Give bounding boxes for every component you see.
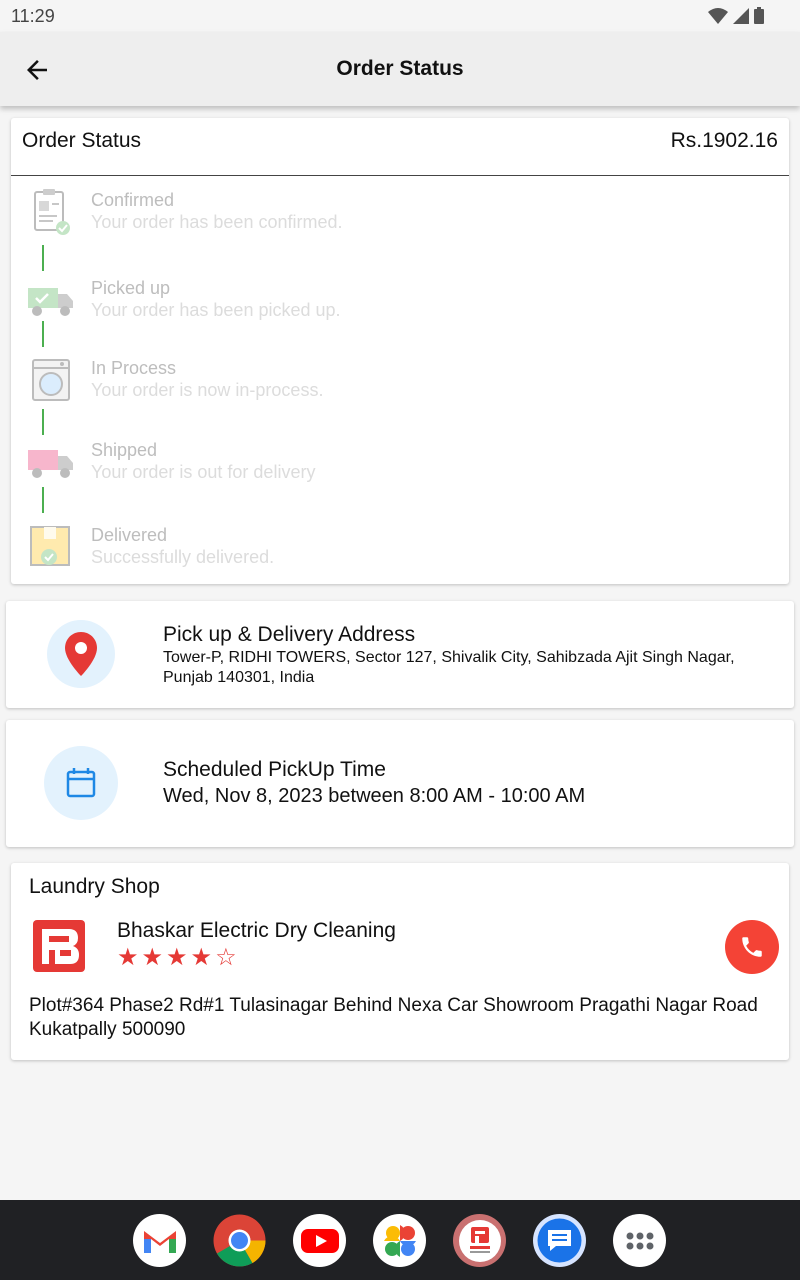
step-title: Confirmed [91,190,175,210]
order-status-label: Order Status [22,129,142,152]
address-card[interactable]: Pick up & Delivery Address Tower-P, RIDH… [6,601,794,708]
delivery-truck-icon [28,450,73,478]
battery-icon [754,7,764,24]
address-text: Tower-P, RIDHI TOWERS, Sector 127, Shiva… [163,649,735,686]
phone-icon [742,937,762,957]
step-connector [42,245,44,271]
location-pin-icon [65,632,97,676]
shop-address: Plot#364 Phase2 Rd#1 Tulasinagar Behind … [29,995,758,1040]
step-description: Your order is out for delivery [91,462,316,482]
schedule-card[interactable]: Scheduled PickUp Time Wed, Nov 8, 2023 b… [6,720,794,847]
youtube-icon[interactable] [293,1214,346,1267]
step-description: Successfully delivered. [91,547,275,567]
step-description: Your order has been picked up. [91,300,341,320]
calendar-icon [66,768,96,798]
step-connector [42,487,44,513]
status-bar: 11:29 [0,0,800,32]
photos-icon[interactable] [373,1214,426,1267]
status-time: 11:29 [11,6,55,26]
order-status-header: Order Status Rs.1902.16 [11,118,789,176]
call-button[interactable] [725,920,779,974]
step-title: Shipped [91,440,158,460]
shop-rating: ★ ★ ★ ★ ☆ [117,944,237,972]
system-icons [708,7,764,24]
step-description: Your order has been confirmed. [91,212,343,232]
app-bar: Order Status [0,32,800,106]
step-description: Your order is now in-process. [91,380,324,400]
star-filled-icon: ★ [141,944,164,971]
navigation-bar [0,1200,800,1280]
step-title: In Process [91,358,177,378]
step-connector [42,409,44,435]
pickup-truck-icon [28,288,73,316]
star-outline-icon: ☆ [215,944,237,971]
address-title: Pick up & Delivery Address [163,623,416,646]
page-title: Order Status [336,57,464,80]
laundry-shop-card: Laundry Shop Bhaskar Electric Dry Cleani… [11,863,789,1060]
schedule-text: Wed, Nov 8, 2023 between 8:00 AM - 10:00… [163,785,586,807]
step-title: Delivered [91,525,168,545]
star-filled-icon: ★ [166,944,188,971]
star-filled-icon: ★ [117,944,139,971]
app-drawer-icon[interactable] [613,1214,666,1267]
step-title: Picked up [91,278,171,298]
app-dock [133,1214,666,1267]
messages-icon[interactable] [533,1214,586,1267]
chrome-icon[interactable] [213,1214,266,1267]
gmail-icon[interactable] [133,1214,186,1267]
order-amount: Rs.1902.16 [670,129,778,152]
clipboard-check-icon [34,189,70,235]
shop-section-title: Laundry Shop [29,875,160,898]
status-step-delivered: Delivered Successfully delivered. [11,523,789,579]
location-icon-circle [47,620,115,688]
shop-logo [33,920,85,972]
schedule-title: Scheduled PickUp Time [163,758,386,781]
calendar-icon-circle [44,746,118,820]
status-step-in-process: In Process Your order is now in-process. [11,356,789,412]
wifi-icon [708,7,728,24]
status-step-confirmed: Confirmed Your order has been confirmed. [11,188,789,244]
step-connector [42,321,44,347]
signal-icon [733,7,749,24]
status-step-shipped: Shipped Your order is out for delivery [11,438,789,494]
status-step-picked-up: Picked up Your order has been picked up. [11,276,789,332]
laundry-app-icon[interactable] [453,1214,506,1267]
order-status-card: Order Status Rs.1902.16 Confirmed Your o… [11,118,789,584]
package-check-icon [30,526,70,566]
shop-name: Bhaskar Electric Dry Cleaning [117,919,396,942]
washing-machine-icon [32,359,70,401]
star-filled-icon: ★ [190,944,213,971]
